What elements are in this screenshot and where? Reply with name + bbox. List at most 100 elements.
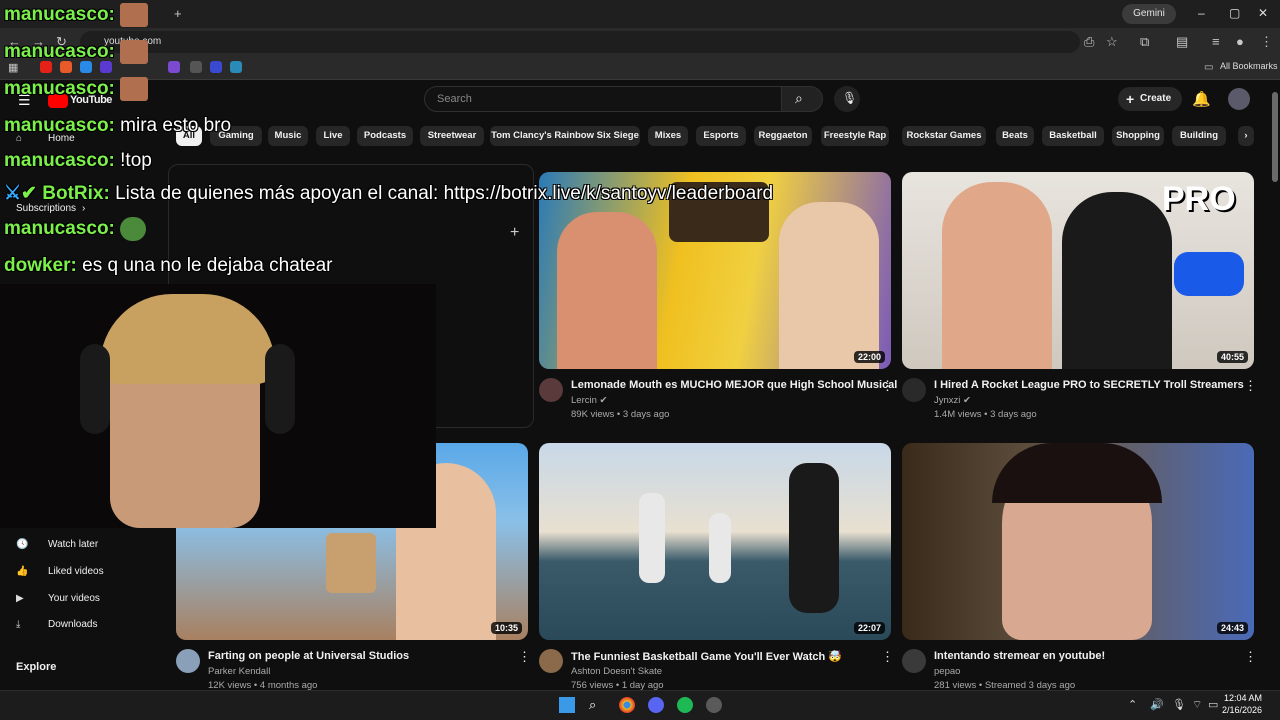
bookmark-star-icon[interactable]: ☆ [1106,34,1118,50]
sidebar-item-downloads[interactable]: ⤓ Downloads [16,619,97,630]
chip-reggaeton[interactable]: Reggaeton [754,126,812,146]
video-title[interactable]: Lemonade Mouth es MUCHO MEJOR que High S… [571,379,897,391]
minimize-icon[interactable]: – [1198,6,1205,20]
chips-next-button[interactable]: › [1238,126,1254,146]
chip-basketball[interactable]: Basketball [1042,126,1104,146]
channel-avatar[interactable] [902,378,926,402]
sidebar-item-label: Watch later [48,539,99,550]
wifi-icon[interactable]: ⌔ [1192,698,1202,712]
speaker-icon[interactable]: 🔊 [1150,698,1164,711]
scrollbar-thumb[interactable] [1272,92,1278,182]
notifications-bell-icon[interactable]: 🔔 [1192,90,1211,108]
thumbnail-figure [709,513,731,583]
chip-rainbow-six-siege[interactable]: Tom Clancy's Rainbow Six Siege [490,126,640,146]
kebab-menu-icon[interactable]: ⋮ [1260,34,1273,50]
chat-message: mira esto bro [120,115,232,136]
video-title[interactable]: Farting on people at Universal Studios [208,650,409,662]
video-menu-icon[interactable]: ⋮ [881,378,894,394]
verified-icon: ✔ [963,395,972,406]
video-duration: 24:43 [1216,622,1248,634]
video-duration: 40:55 [1216,351,1248,363]
chip-building[interactable]: Building [1172,126,1226,146]
video-meta: 1.4M views • 3 days ago [934,409,1037,420]
obs-taskbar-icon[interactable] [706,697,722,713]
video-menu-icon[interactable]: ⋮ [518,649,531,665]
channel-avatar[interactable] [539,649,563,673]
tray-chevron-icon[interactable]: ⌃ [1128,698,1137,711]
chip-podcasts[interactable]: Podcasts [357,126,413,146]
channel-name[interactable]: Ashton Doesn't Skate [571,666,662,677]
chip-live[interactable]: Live [316,126,350,146]
windows-start-icon[interactable] [559,697,575,713]
chat-username: BotRix: [42,183,110,204]
media-icon[interactable]: ≡ [1212,34,1220,50]
new-tab-icon[interactable]: + [174,6,182,22]
chrome-taskbar-icon[interactable] [619,697,635,713]
chip-streetwear[interactable]: Streetwear [420,126,484,146]
bookmark-icon[interactable] [168,61,180,73]
taskbar-clock[interactable]: 12:04 AM 2/16/2026 [1222,692,1262,716]
microphone-icon[interactable]: 🎙 [1172,698,1186,711]
install-icon[interactable]: ⎙ [1084,34,1094,50]
search-input[interactable]: Search [424,86,782,112]
sidebar-item-watch-later[interactable]: 🕓 Watch later [16,539,98,550]
url-bar[interactable]: youtube.com [80,31,1080,53]
thumbnail-figure [789,463,839,613]
sword-icon: ⚔ [4,183,22,204]
video-title[interactable]: Intentando stremear en youtube! [934,650,1105,662]
chip-mixes[interactable]: Mixes [648,126,688,146]
bookmark-icon[interactable] [230,61,242,73]
profile-icon[interactable]: ● [1236,34,1244,50]
video-title[interactable]: The Funniest Basketball Game You'll Ever… [571,650,842,663]
emote-icon [120,3,149,27]
channel-name[interactable]: pepao [934,666,960,677]
bookmark-icon[interactable] [190,61,202,73]
chip-esports[interactable]: Esports [696,126,746,146]
channel-name[interactable]: Lercin ✔ [571,395,607,406]
chat-line: dowker: es q una no le dejaba chatear [4,254,333,278]
video-duration: 22:00 [853,351,885,363]
create-button[interactable]: + Create [1118,87,1182,111]
channel-avatar[interactable] [539,378,563,402]
video-thumbnail[interactable]: PRO 40:55 [902,172,1254,369]
channel-name[interactable]: Parker Kendall [208,666,270,677]
plus-icon[interactable]: + [510,224,519,242]
video-title[interactable]: I Hired A Rocket League PRO to SECRETLY … [934,379,1244,391]
chat-username: manucasco: [4,4,115,26]
chip-shopping[interactable]: Shopping [1112,126,1164,146]
battery-icon[interactable]: ▭ [1208,698,1218,711]
channel-name[interactable]: Jynxzi ✔ [934,395,971,406]
gemini-button[interactable]: Gemini [1122,4,1176,24]
chip-freestyle-rap[interactable]: Freestyle Rap [821,126,889,146]
search-button[interactable]: ⌕ [781,86,823,112]
avatar[interactable] [1228,88,1250,110]
discord-taskbar-icon[interactable] [648,697,664,713]
video-thumbnail[interactable]: 22:07 [539,443,891,640]
video-menu-icon[interactable]: ⋮ [1244,649,1257,665]
chip-music[interactable]: Music [268,126,308,146]
maximize-icon[interactable]: ▢ [1229,6,1240,20]
video-thumbnail[interactable]: 24:43 [902,443,1254,640]
search-icon[interactable]: ⌕ [589,697,605,713]
voice-search-button[interactable]: 🎙 [834,86,860,112]
video-menu-icon[interactable]: ⋮ [881,649,894,665]
chip-rockstar-games[interactable]: Rockstar Games [902,126,986,146]
spotify-taskbar-icon[interactable] [677,697,693,713]
chip-beats[interactable]: Beats [996,126,1034,146]
channel-avatar[interactable] [902,649,926,673]
chat-line: manucasco: [4,40,149,64]
clock-icon: 🕓 [16,539,29,550]
all-bookmarks-link[interactable]: All Bookmarks [1220,61,1278,71]
bookmark-icon[interactable] [210,61,222,73]
chat-username: manucasco: [4,78,115,100]
filter-chips-bar: All Gaming Music Live Podcasts Streetwea… [176,126,1256,146]
video-duration: 22:07 [853,622,885,634]
close-icon[interactable]: ✕ [1258,6,1268,20]
sidepanel-icon[interactable]: ▤ [1176,34,1188,50]
video-menu-icon[interactable]: ⋮ [1244,378,1257,394]
sidebar-item-your-videos[interactable]: ▶ Your videos [16,593,100,604]
sidebar-item-liked-videos[interactable]: 👍 Liked videos [16,566,104,577]
headphones-icon [80,344,110,434]
extensions-icon[interactable]: ⧉ [1140,34,1149,50]
channel-avatar[interactable] [176,649,200,673]
